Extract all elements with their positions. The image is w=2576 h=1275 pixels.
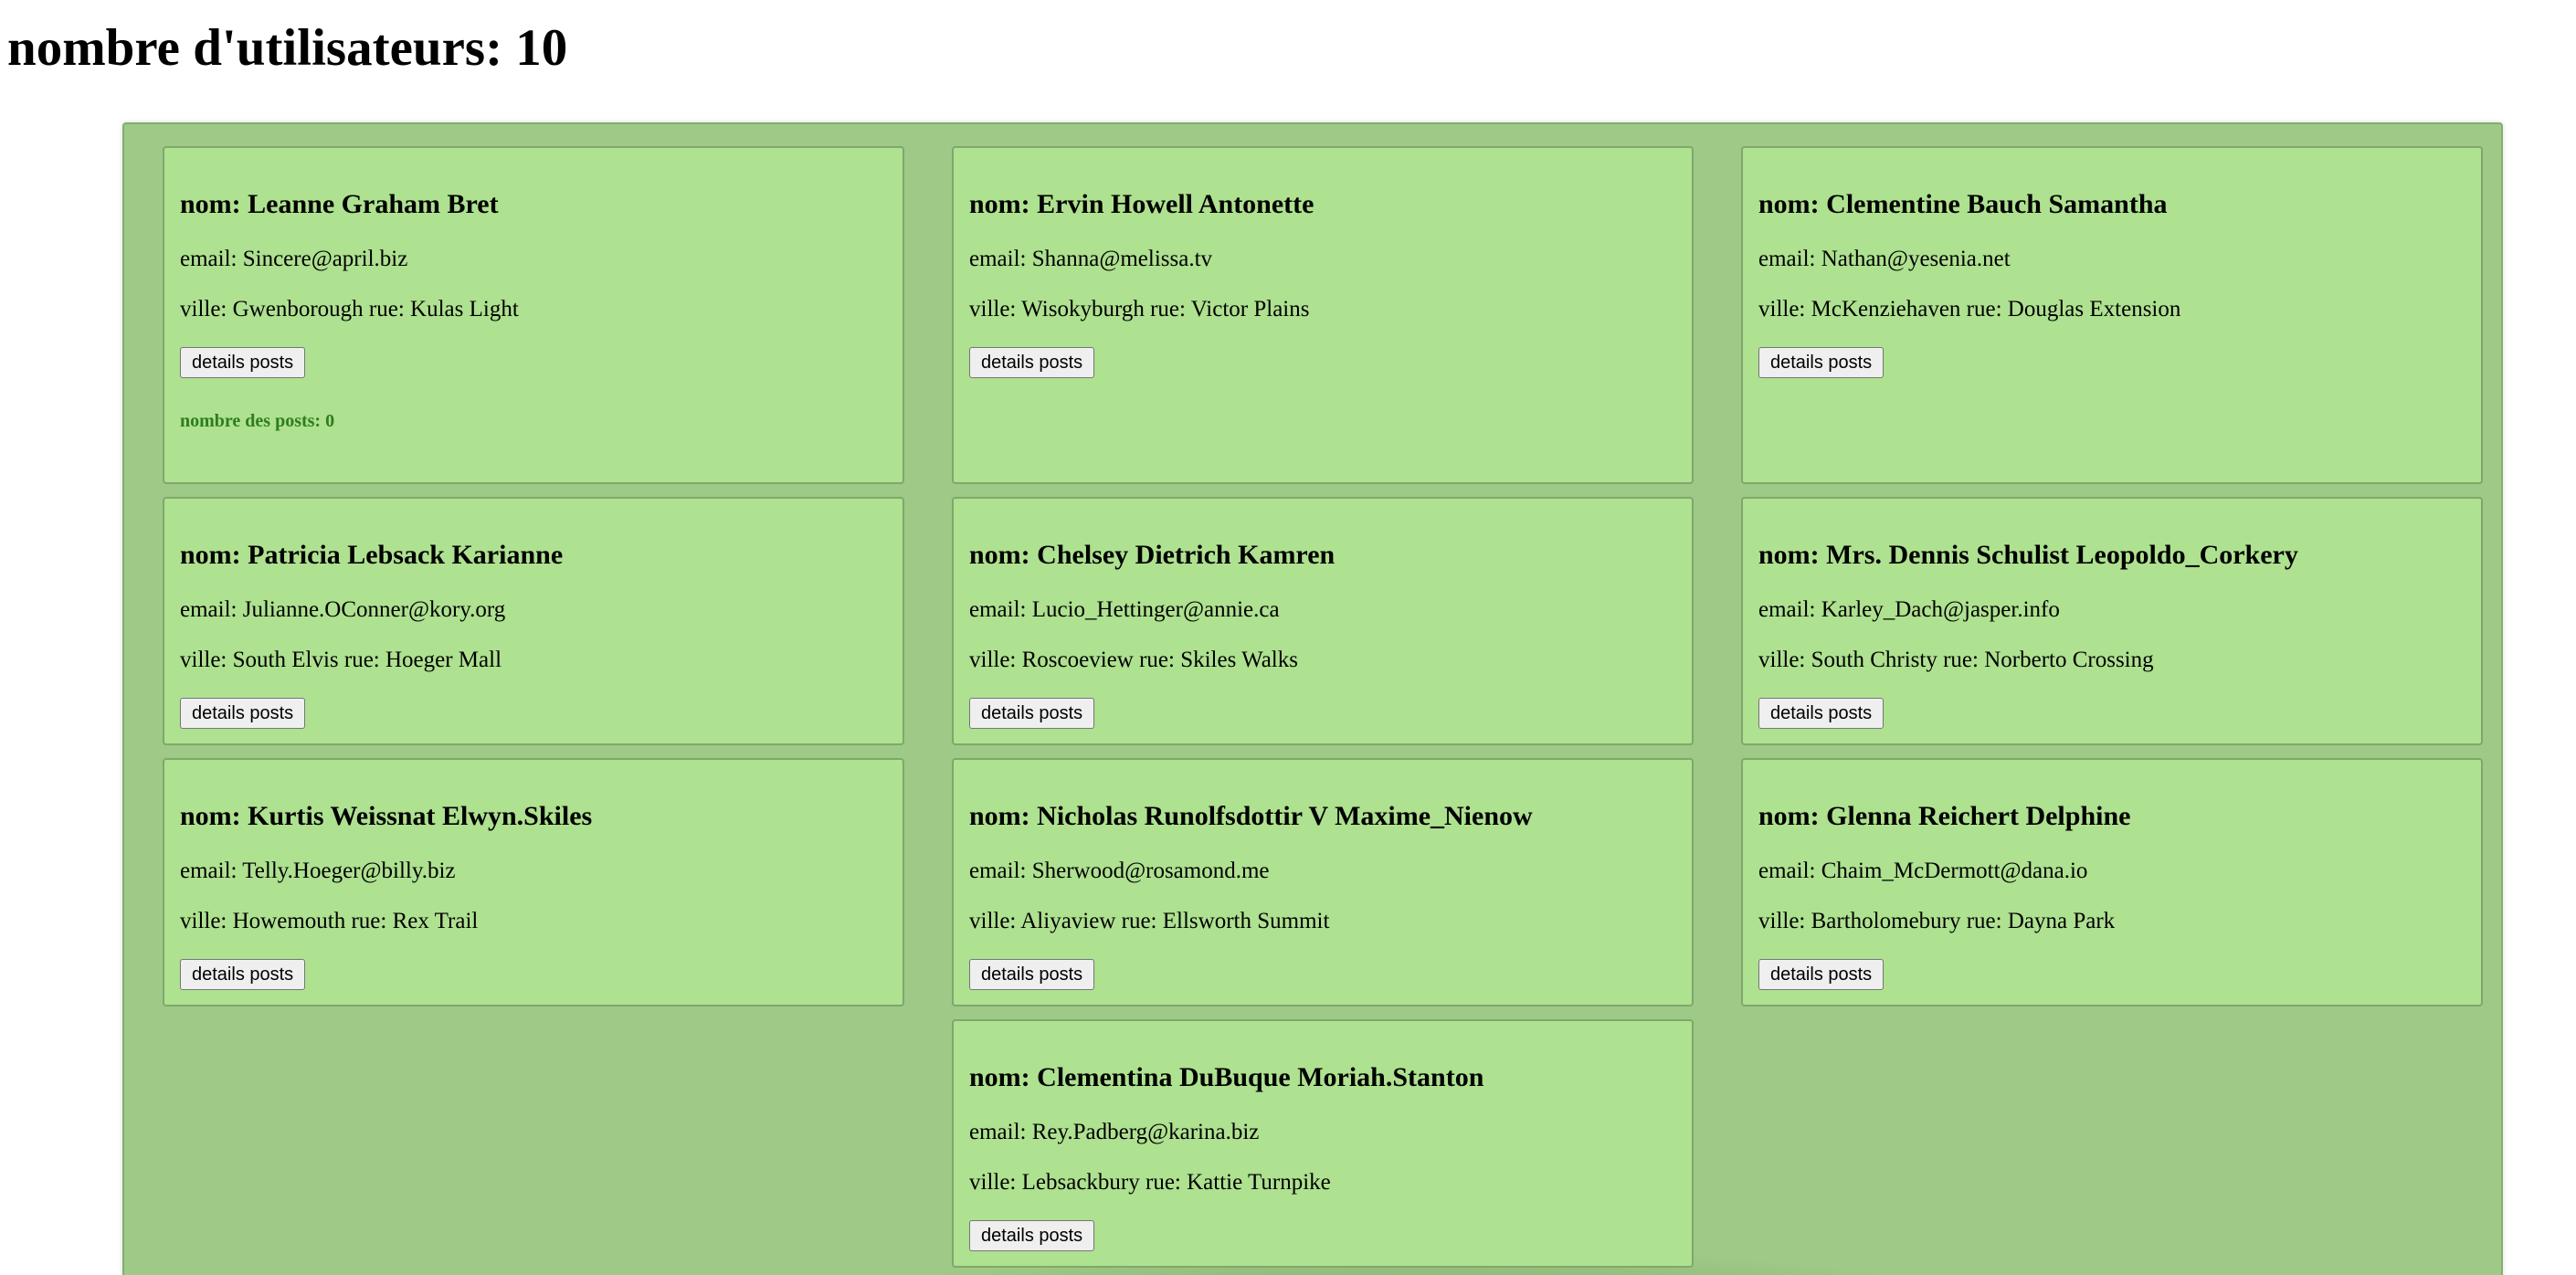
user-card: nom: Nicholas Runolfsdottir V Maxime_Nie… [952, 758, 1694, 1006]
details-posts-button[interactable]: details posts [180, 959, 306, 990]
user-email: email: Chaim_McDermott@dana.io [1758, 859, 2088, 883]
user-email: email: Rey.Padberg@karina.biz [969, 1120, 1260, 1144]
user-card: nom: Chelsey Dietrich Kamren email: Luci… [952, 497, 1694, 745]
user-name: nom: Patricia Lebsack Karianne [180, 540, 564, 570]
user-name: nom: Mrs. Dennis Schulist Leopoldo_Corke… [1758, 540, 2298, 570]
details-posts-button[interactable]: details posts [969, 1220, 1095, 1251]
user-email: email: Lucio_Hettinger@annie.ca [969, 597, 1280, 622]
user-name: nom: Ervin Howell Antonette [969, 189, 1314, 219]
page-title: nombre d'utilisateurs: 10 [7, 19, 568, 77]
user-email: email: Karley_Dach@jasper.info [1758, 597, 2060, 622]
user-card: nom: Glenna Reichert Delphine email: Cha… [1741, 758, 2483, 1006]
user-address: ville: Aliyaview rue: Ellsworth Summit [969, 909, 1330, 933]
user-card: nom: Kurtis Weissnat Elwyn.Skiles email:… [163, 758, 904, 1006]
user-name: nom: Clementina DuBuque Moriah.Stanton [969, 1062, 1484, 1092]
details-posts-button[interactable]: details posts [180, 347, 306, 378]
user-email: email: Telly.Hoeger@billy.biz [180, 859, 456, 883]
user-email: email: Julianne.OConner@kory.org [180, 597, 506, 622]
user-email: email: Shanna@melissa.tv [969, 247, 1213, 271]
user-card: nom: Patricia Lebsack Karianne email: Ju… [163, 497, 904, 745]
details-posts-button[interactable]: details posts [1758, 347, 1884, 378]
user-card: nom: Ervin Howell Antonette email: Shann… [952, 146, 1694, 484]
details-posts-button[interactable]: details posts [969, 347, 1095, 378]
user-address: ville: Gwenborough rue: Kulas Light [180, 297, 519, 321]
user-address: ville: McKenziehaven rue: Douglas Extens… [1758, 297, 2181, 321]
user-email: email: Sincere@april.biz [180, 247, 408, 271]
user-card: nom: Clementine Bauch Samantha email: Na… [1741, 146, 2483, 484]
posts-count: nombre des posts: 0 [180, 411, 335, 431]
user-name: nom: Leanne Graham Bret [180, 189, 499, 219]
user-card: nom: Mrs. Dennis Schulist Leopoldo_Corke… [1741, 497, 2483, 745]
user-name: nom: Kurtis Weissnat Elwyn.Skiles [180, 801, 593, 831]
user-name: nom: Chelsey Dietrich Kamren [969, 540, 1336, 570]
user-name: nom: Clementine Bauch Samantha [1758, 189, 2168, 219]
details-posts-button[interactable]: details posts [969, 698, 1095, 729]
user-address: ville: Lebsackbury rue: Kattie Turnpike [969, 1170, 1331, 1195]
user-address: ville: South Christy rue: Norberto Cross… [1758, 648, 2154, 672]
user-card: nom: Clementina DuBuque Moriah.Stanton e… [952, 1019, 1694, 1268]
user-name: nom: Nicholas Runolfsdottir V Maxime_Nie… [969, 801, 1533, 831]
user-address: ville: South Elvis rue: Hoeger Mall [180, 648, 502, 672]
user-email: email: Sherwood@rosamond.me [969, 859, 1270, 883]
user-email: email: Nathan@yesenia.net [1758, 247, 2011, 271]
details-posts-button[interactable]: details posts [969, 959, 1095, 990]
user-address: ville: Howemouth rue: Rex Trail [180, 909, 479, 933]
details-posts-button[interactable]: details posts [1758, 698, 1884, 729]
details-posts-button[interactable]: details posts [1758, 959, 1884, 990]
user-address: ville: Roscoeview rue: Skiles Walks [969, 648, 1298, 672]
users-container: nom: Leanne Graham Bret email: Sincere@a… [122, 122, 2503, 1275]
details-posts-button[interactable]: details posts [180, 698, 306, 729]
page: nombre d'utilisateurs: 10 nom: Leanne Gr… [0, 0, 2576, 1275]
user-card: nom: Leanne Graham Bret email: Sincere@a… [163, 146, 904, 484]
user-address: ville: Wisokyburgh rue: Victor Plains [969, 297, 1310, 321]
user-address: ville: Bartholomebury rue: Dayna Park [1758, 909, 2116, 933]
user-name: nom: Glenna Reichert Delphine [1758, 801, 2131, 831]
